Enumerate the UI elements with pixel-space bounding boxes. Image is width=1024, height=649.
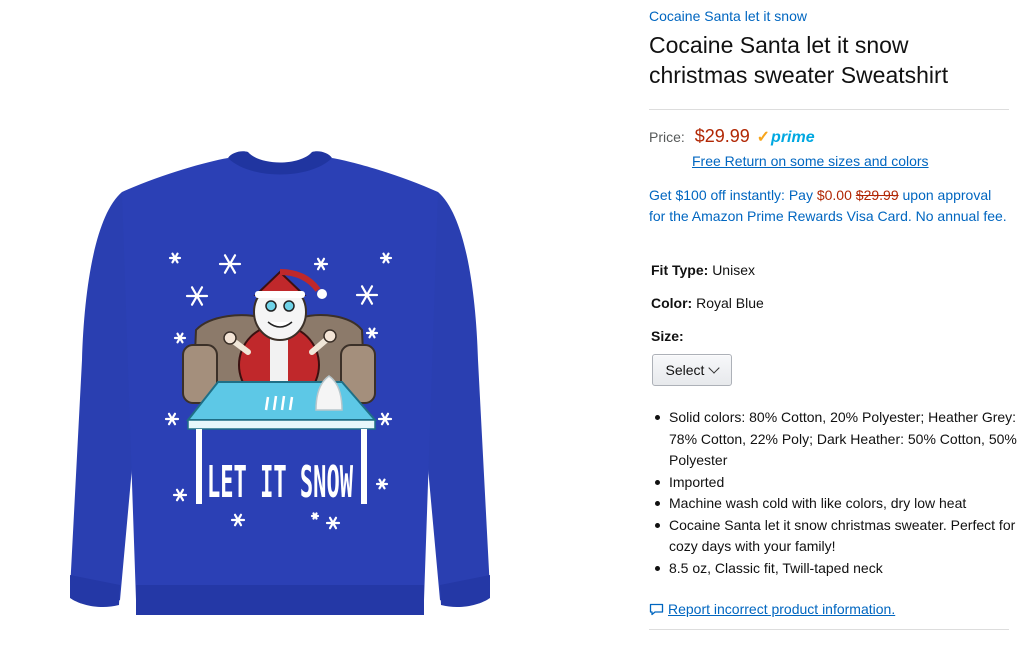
color-value: Royal Blue [696, 295, 764, 311]
price-row: Price: $29.99 ✓prime [649, 126, 815, 147]
fit-type-value: Unisex [712, 262, 755, 278]
size-label: Size: [651, 328, 684, 344]
report-incorrect-info-link[interactable]: Report incorrect product information. [649, 601, 895, 617]
size-select-value: Select [665, 362, 705, 378]
list-item: Cocaine Santa let it snow christmas swea… [655, 515, 1024, 558]
free-return-link[interactable]: Free Return on some sizes and colors [692, 153, 929, 169]
color-row: Color: Royal Blue [651, 295, 764, 311]
color-label: Color: [651, 295, 693, 311]
fit-type-label: Fit Type: [651, 262, 709, 278]
chevron-down-icon [708, 362, 721, 374]
credit-card-offer[interactable]: Get $100 off instantly: Pay $0.00 $29.99… [649, 185, 1009, 227]
prime-label: prime [771, 128, 815, 146]
price-label: Price: [649, 128, 685, 145]
brand-link[interactable]: Cocaine Santa let it snow [649, 8, 807, 24]
divider [649, 109, 1009, 110]
price-amount: $29.99 [694, 126, 750, 146]
graphic-text: LET IT SNOW [207, 457, 353, 508]
product-title: Cocaine Santa let it snow christmas swea… [649, 32, 949, 88]
size-select-dropdown[interactable]: Select [652, 354, 732, 386]
comment-icon [649, 603, 664, 615]
feature-bullets: Solid colors: 80% Cotton, 20% Polyester;… [649, 407, 1024, 579]
fit-type-row: Fit Type: Unisex [651, 262, 755, 278]
report-link-label: Report incorrect product information. [668, 601, 896, 617]
list-item: Solid colors: 80% Cotton, 20% Polyester;… [655, 407, 1024, 472]
offer-original-amount: $29.99 [855, 187, 899, 203]
prime-check-icon: ✓ [756, 128, 771, 146]
product-image[interactable]: LET IT SNOW [0, 0, 630, 649]
divider [649, 629, 1009, 630]
list-item: Machine wash cold with like colors, dry … [655, 493, 1024, 515]
offer-pay-amount: $0.00 [816, 187, 852, 203]
prime-badge[interactable]: ✓prime [757, 127, 815, 147]
sweater-image: LET IT SNOW [70, 151, 490, 615]
offer-text-1: Get $100 off instantly: Pay [649, 187, 817, 203]
list-item: 8.5 oz, Classic fit, Twill-taped neck [655, 558, 1024, 580]
size-row: Size: [651, 328, 684, 344]
list-item: Imported [655, 472, 1024, 494]
